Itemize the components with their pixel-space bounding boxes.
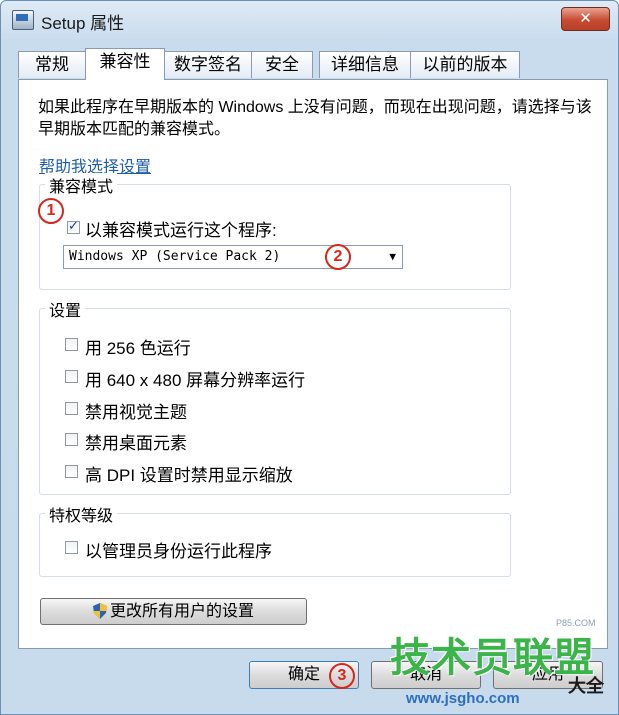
privilege-label: 特权等级	[45, 502, 118, 526]
checkbox-256-colors[interactable]	[65, 338, 78, 351]
properties-window: Setup 属性 ✕ 常规 兼容性 数字签名 安全 详细信息 以前的版本 如果此…	[0, 0, 619, 715]
step-marker-2: 2	[325, 244, 351, 270]
checkbox-visual-themes[interactable]	[65, 402, 78, 415]
settings-label: 设置	[45, 297, 86, 321]
tab-general[interactable]: 常规	[18, 51, 86, 78]
tab-strip: 常规 兼容性 数字签名 安全 详细信息 以前的版本	[18, 48, 608, 80]
label-visual-themes: 禁用视觉主题	[85, 403, 187, 422]
tab-compatibility[interactable]: 兼容性	[85, 48, 165, 80]
checkbox-640x480[interactable]	[65, 370, 78, 383]
watermark-side-text: 大全	[568, 676, 604, 696]
change-all-users-button[interactable]: 更改所有用户的设置	[40, 598, 307, 625]
uac-shield-icon	[92, 603, 107, 619]
label-640x480: 用 640 x 480 屏幕分辨率运行	[85, 371, 306, 390]
label-desktop-composition: 禁用桌面元素	[85, 434, 187, 453]
os-version-select[interactable]: Windows XP (Service Pack 2) ▼	[63, 245, 403, 269]
run-as-admin-checkbox[interactable]	[65, 541, 78, 554]
description-text: 如果此程序在早期版本的 Windows 上没有问题，而现在出现问题，请选择与该早…	[38, 99, 592, 138]
ok-label: 确定	[287, 666, 320, 683]
compatibility-panel: 如果此程序在早期版本的 Windows 上没有问题，而现在出现问题，请选择与该早…	[18, 79, 608, 649]
window-title: Setup 属性	[41, 14, 125, 33]
compat-mode-checkbox[interactable]	[67, 218, 80, 234]
watermark-url: www.jsgho.com	[406, 690, 520, 707]
checkbox-high-dpi[interactable]	[65, 465, 78, 478]
compat-mode-label: 兼容模式	[45, 173, 118, 197]
tab-details[interactable]: 详细信息	[319, 51, 411, 78]
dropdown-arrow-icon: ▼	[389, 250, 396, 263]
tab-security[interactable]: 安全	[251, 51, 313, 78]
step-marker-3: 3	[329, 663, 355, 689]
app-icon	[12, 10, 34, 30]
os-version-value: Windows XP (Service Pack 2)	[69, 249, 281, 264]
watermark-logo-text: 技术员联盟	[390, 636, 595, 680]
change-all-users-label: 更改所有用户的设置	[109, 603, 254, 620]
title-bar[interactable]: Setup 属性 ✕	[1, 1, 618, 41]
close-button[interactable]: ✕	[561, 7, 610, 31]
label-high-dpi: 高 DPI 设置时禁用显示缩放	[85, 466, 293, 485]
checkbox-desktop-composition[interactable]	[65, 433, 78, 446]
run-as-admin-label: 以管理员身份运行此程序	[85, 542, 272, 561]
step-marker-1: 1	[38, 198, 64, 224]
tab-previous-versions[interactable]: 以前的版本	[410, 51, 520, 78]
compat-mode-checkbox-label: 以兼容模式运行这个程序:	[85, 221, 277, 240]
label-256-colors: 用 256 色运行	[85, 339, 191, 358]
tab-digital-signatures[interactable]: 数字签名	[164, 51, 252, 78]
